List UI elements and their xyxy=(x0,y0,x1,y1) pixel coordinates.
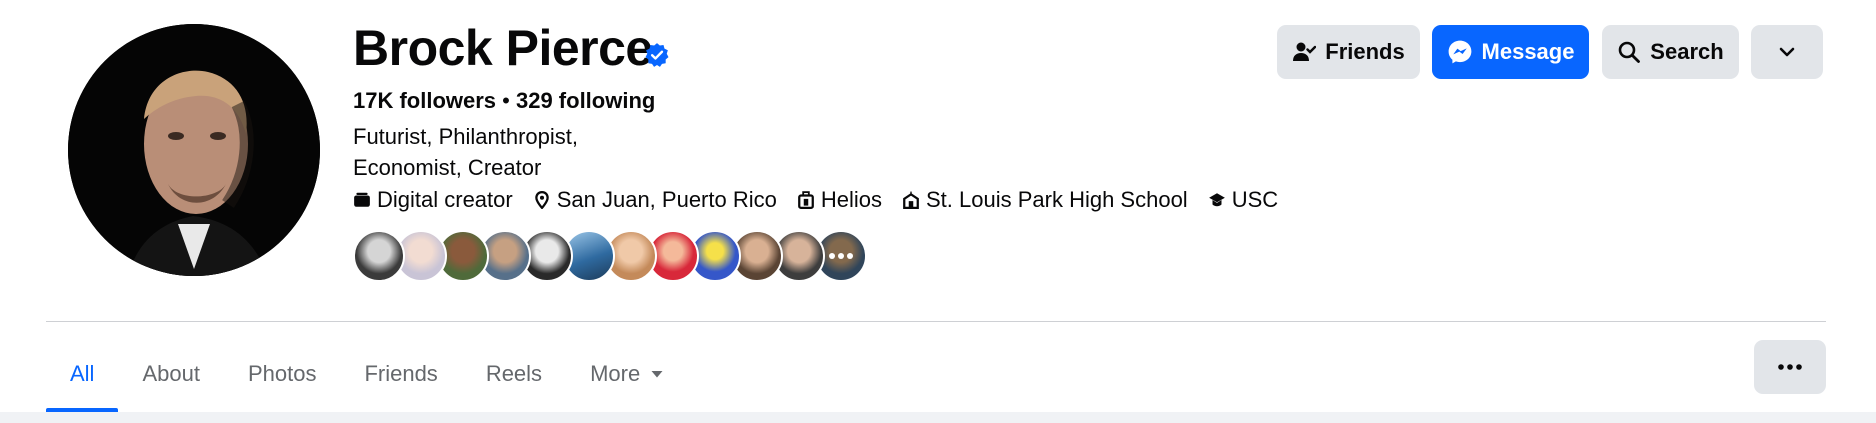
tab-all[interactable]: All xyxy=(46,336,119,412)
following-link[interactable]: 329 following xyxy=(516,88,655,113)
more-options-button[interactable] xyxy=(1754,340,1826,394)
tab-label: Reels xyxy=(485,361,543,386)
followers-link[interactable]: 17K followers xyxy=(353,88,496,113)
caret-down-icon xyxy=(651,371,663,378)
bio-line: Futurist, Philanthropist, xyxy=(353,124,578,149)
friends-button[interactable]: Friends xyxy=(1277,25,1420,79)
stats-separator: • xyxy=(496,88,516,113)
profile-bio: Futurist, Philanthropist, Economist, Cre… xyxy=(353,121,578,183)
messenger-icon xyxy=(1448,40,1471,64)
graduation-cap-icon xyxy=(1208,193,1225,207)
detail-text: St. Louis Park High School xyxy=(926,187,1188,212)
message-button[interactable]: Message xyxy=(1432,25,1589,79)
profile-tabs: All About Photos Friends Reels More xyxy=(46,336,688,412)
profile-options-dropdown[interactable] xyxy=(1751,25,1823,79)
tab-more[interactable]: More xyxy=(566,336,688,412)
tab-label: About xyxy=(142,361,200,386)
location-pin-icon xyxy=(534,191,549,209)
school-icon xyxy=(903,191,919,209)
profile-photo xyxy=(68,24,320,276)
detail-text: USC xyxy=(1231,187,1279,212)
profile-picture[interactable] xyxy=(68,24,320,276)
tab-friends[interactable]: Friends xyxy=(340,336,461,412)
detail-text: San Juan, Puerto Rico xyxy=(556,187,777,212)
profile-name: Brock Pierce xyxy=(353,20,653,76)
bio-line: Economist, Creator xyxy=(353,155,542,180)
detail-category: Digital creator xyxy=(353,187,513,213)
message-button-label: Message xyxy=(1481,39,1575,64)
verified-badge-icon xyxy=(645,43,669,67)
search-icon xyxy=(1618,41,1641,63)
search-button[interactable]: Search xyxy=(1602,25,1739,79)
profile-details: Digital creator San Juan, Puerto Rico He… xyxy=(353,184,1298,216)
profile-divider xyxy=(46,321,1826,322)
friends-button-label: Friends xyxy=(1325,39,1405,64)
search-button-label: Search xyxy=(1650,39,1724,64)
friend-check-icon xyxy=(1293,42,1317,61)
detail-work[interactable]: Helios xyxy=(797,187,882,213)
page-background-band xyxy=(0,412,1876,423)
follow-stats: 17K followers • 329 following xyxy=(353,87,655,115)
tab-label: More xyxy=(590,361,641,386)
detail-college[interactable]: USC xyxy=(1208,187,1278,213)
chevron-down-icon xyxy=(1779,47,1795,57)
detail-high-school[interactable]: St. Louis Park High School xyxy=(902,187,1188,213)
friend-avatar[interactable] xyxy=(353,230,405,282)
tab-label: Friends xyxy=(364,361,438,386)
detail-text: Digital creator xyxy=(377,187,513,212)
ellipsis-icon xyxy=(1778,364,1802,370)
tab-photos[interactable]: Photos xyxy=(224,336,341,412)
tab-label: All xyxy=(70,361,95,386)
video-camera-icon xyxy=(354,192,370,207)
tab-reels[interactable]: Reels xyxy=(462,336,566,412)
detail-text: Helios xyxy=(820,187,882,212)
tab-label: Photos xyxy=(247,361,317,386)
friends-avatars xyxy=(353,230,873,282)
tab-about[interactable]: About xyxy=(118,336,224,412)
briefcase-icon xyxy=(797,191,814,209)
detail-location[interactable]: San Juan, Puerto Rico xyxy=(533,187,777,213)
